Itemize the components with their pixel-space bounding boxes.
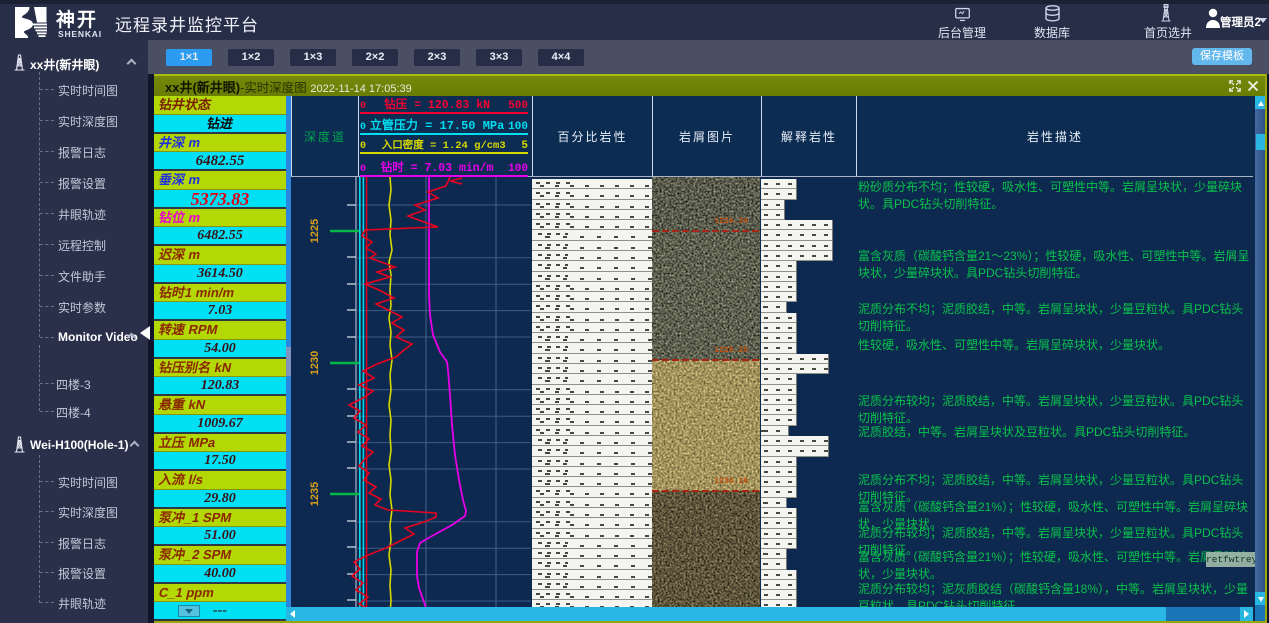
svg-text:1225: 1225: [309, 219, 321, 243]
svg-text:1234.16: 1234.16: [714, 477, 748, 486]
svg-text:1224.34: 1224.34: [714, 217, 748, 226]
svg-text:1229.25: 1229.25: [714, 346, 748, 355]
svg-text:1235: 1235: [309, 482, 321, 506]
svg-text:1230: 1230: [309, 351, 321, 375]
